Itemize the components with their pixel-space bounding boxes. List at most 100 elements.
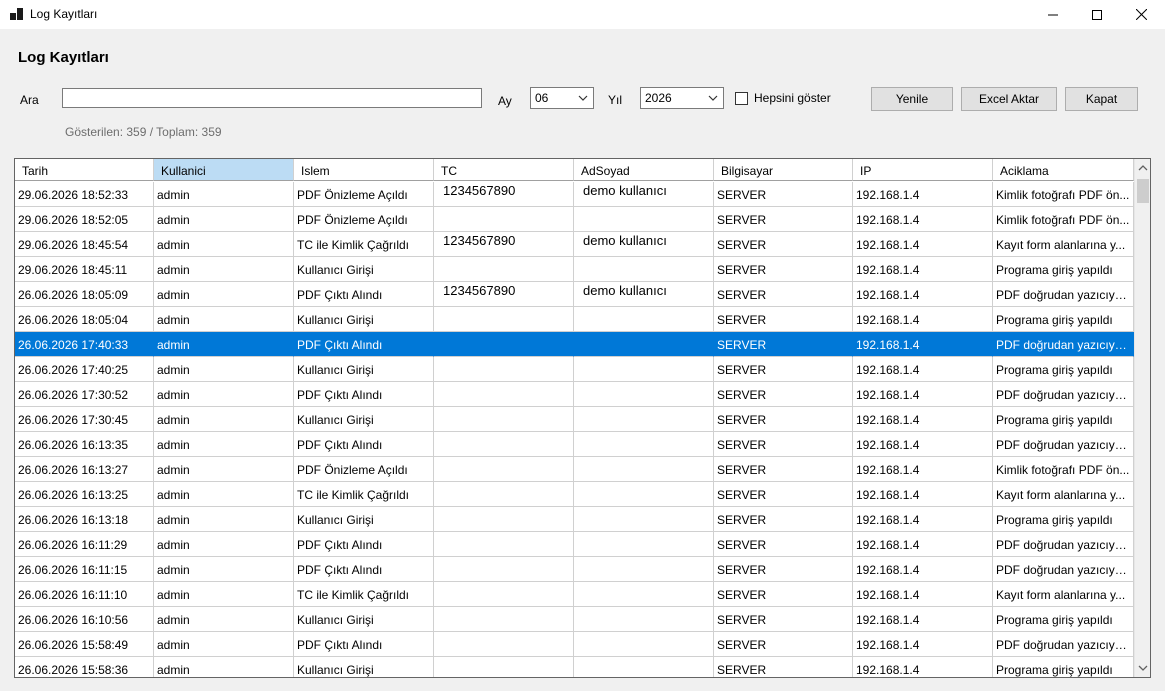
cell-bilgisayar[interactable]: SERVER — [714, 407, 853, 432]
cell-tc[interactable] — [434, 207, 574, 232]
cell-kullanici[interactable]: admin — [154, 232, 294, 257]
column-header-aciklama[interactable]: Aciklama — [993, 159, 1134, 181]
cell-islem[interactable]: PDF Çıktı Alındı — [294, 632, 434, 657]
cell-tarih[interactable]: 26.06.2026 16:11:15 — [15, 557, 154, 582]
column-header-islem[interactable]: Islem — [294, 159, 434, 181]
excel-export-button[interactable]: Excel Aktar — [961, 87, 1057, 111]
cell-tc[interactable] — [434, 582, 574, 607]
cell-islem[interactable]: TC ile Kimlik Çağrıldı — [294, 232, 434, 257]
cell-aciklama[interactable]: Programa giriş yapıldı — [993, 307, 1134, 332]
table-row[interactable]: 26.06.2026 16:13:25 admin TC ile Kimlik Ça… — [15, 482, 1134, 507]
cell-kullanici[interactable]: admin — [154, 582, 294, 607]
cell-adsoyad[interactable] — [574, 207, 714, 232]
cell-kullanici[interactable]: admin — [154, 282, 294, 307]
cell-kullanici[interactable]: admin — [154, 357, 294, 382]
show-all-checkbox[interactable] — [735, 92, 748, 105]
cell-islem[interactable]: PDF Çıktı Alındı — [294, 532, 434, 557]
cell-ip[interactable]: 192.168.1.4 — [853, 457, 993, 482]
cell-tarih[interactable]: 26.06.2026 18:05:09 — [15, 282, 154, 307]
cell-aciklama[interactable]: Kayıt form alanlarına y... — [993, 482, 1134, 507]
cell-bilgisayar[interactable]: SERVER — [714, 232, 853, 257]
cell-islem[interactable]: Kullanıcı Girişi — [294, 507, 434, 532]
scroll-up-icon[interactable] — [1138, 163, 1148, 173]
cell-kullanici[interactable]: admin — [154, 257, 294, 282]
cell-tarih[interactable]: 26.06.2026 16:10:56 — [15, 607, 154, 632]
cell-kullanici[interactable]: admin — [154, 382, 294, 407]
cell-bilgisayar[interactable]: SERVER — [714, 532, 853, 557]
cell-tc[interactable]: 1234567890 — [434, 282, 574, 307]
cell-adsoyad[interactable] — [574, 257, 714, 282]
cell-adsoyad[interactable] — [574, 357, 714, 382]
cell-aciklama[interactable]: Kimlik fotoğrafı PDF ön... — [993, 207, 1134, 232]
cell-tc[interactable] — [434, 482, 574, 507]
cell-ip[interactable]: 192.168.1.4 — [853, 407, 993, 432]
cell-islem[interactable]: TC ile Kimlik Çağrıldı — [294, 482, 434, 507]
scroll-down-icon[interactable] — [1138, 663, 1148, 673]
cell-ip[interactable]: 192.168.1.4 — [853, 357, 993, 382]
cell-bilgisayar[interactable]: SERVER — [714, 257, 853, 282]
cell-kullanici[interactable]: admin — [154, 482, 294, 507]
cell-tc[interactable] — [434, 357, 574, 382]
cell-kullanici[interactable]: admin — [154, 307, 294, 332]
cell-kullanici[interactable]: admin — [154, 607, 294, 632]
cell-tarih[interactable]: 26.06.2026 16:11:10 — [15, 582, 154, 607]
cell-islem[interactable]: PDF Çıktı Alındı — [294, 332, 434, 357]
log-grid[interactable]: Tarih Kullanici Islem TC AdSoyad Bilgisayar IP… — [14, 158, 1151, 678]
cell-tc[interactable] — [434, 632, 574, 657]
cell-islem[interactable]: PDF Önizleme Açıldı — [294, 182, 434, 207]
cell-aciklama[interactable]: Programa giriş yapıldı — [993, 257, 1134, 282]
cell-ip[interactable]: 192.168.1.4 — [853, 332, 993, 357]
cell-tc[interactable] — [434, 557, 574, 582]
cell-aciklama[interactable]: PDF doğrudan yazıcıya ... — [993, 632, 1134, 657]
cell-kullanici[interactable]: admin — [154, 557, 294, 582]
cell-aciklama[interactable]: Kimlik fotoğrafı PDF ön... — [993, 457, 1134, 482]
cell-islem[interactable]: PDF Çıktı Alındı — [294, 432, 434, 457]
cell-aciklama[interactable]: Programa giriş yapıldı — [993, 607, 1134, 632]
cell-bilgisayar[interactable]: SERVER — [714, 282, 853, 307]
cell-kullanici[interactable]: admin — [154, 507, 294, 532]
cell-tarih[interactable]: 29.06.2026 18:45:54 — [15, 232, 154, 257]
cell-aciklama[interactable]: PDF doğrudan yazıcıya ... — [993, 557, 1134, 582]
table-row[interactable]: 29.06.2026 18:45:54 admin TC ile Kimlik Ça… — [15, 232, 1134, 257]
table-row[interactable]: 26.06.2026 16:13:18 admin Kullanıcı Girişi… — [15, 507, 1134, 532]
cell-islem[interactable]: Kullanıcı Girişi — [294, 257, 434, 282]
show-all-label[interactable]: Hepsini göster — [754, 91, 831, 105]
cell-aciklama[interactable]: Kayıt form alanlarına y... — [993, 232, 1134, 257]
cell-islem[interactable]: PDF Önizleme Açıldı — [294, 457, 434, 482]
table-row[interactable]: 26.06.2026 16:13:35 admin PDF Çıktı Alındı… — [15, 432, 1134, 457]
table-row[interactable]: 26.06.2026 16:11:29 admin PDF Çıktı Alındı… — [15, 532, 1134, 557]
cell-kullanici[interactable]: admin — [154, 457, 294, 482]
cell-kullanici[interactable]: admin — [154, 432, 294, 457]
cell-tc[interactable] — [434, 407, 574, 432]
table-row[interactable]: 26.06.2026 17:40:25 admin Kullanıcı Girişi… — [15, 357, 1134, 382]
cell-ip[interactable]: 192.168.1.4 — [853, 382, 993, 407]
cell-kullanici[interactable]: admin — [154, 657, 294, 677]
cell-tc[interactable] — [434, 607, 574, 632]
cell-islem[interactable]: Kullanıcı Girişi — [294, 657, 434, 677]
cell-tarih[interactable]: 26.06.2026 17:40:33 — [15, 332, 154, 357]
cell-bilgisayar[interactable]: SERVER — [714, 307, 853, 332]
cell-tc[interactable] — [434, 257, 574, 282]
cell-adsoyad[interactable] — [574, 332, 714, 357]
table-row[interactable]: 29.06.2026 18:52:33 admin PDF Önizleme Açı… — [15, 182, 1134, 207]
column-header-tarih[interactable]: Tarih — [15, 159, 154, 181]
column-header-ip[interactable]: IP — [853, 159, 993, 181]
table-row[interactable]: 26.06.2026 17:40:33 admin PDF Çıktı Alındı… — [15, 332, 1134, 357]
cell-adsoyad[interactable]: demo kullanıcı — [574, 182, 714, 207]
table-row[interactable]: 26.06.2026 17:30:45 admin Kullanıcı Girişi… — [15, 407, 1134, 432]
cell-ip[interactable]: 192.168.1.4 — [853, 232, 993, 257]
cell-bilgisayar[interactable]: SERVER — [714, 507, 853, 532]
search-input[interactable] — [62, 88, 482, 108]
cell-islem[interactable]: Kullanıcı Girişi — [294, 307, 434, 332]
table-row[interactable]: 29.06.2026 18:52:05 admin PDF Önizleme Açı… — [15, 207, 1134, 232]
cell-islem[interactable]: PDF Çıktı Alındı — [294, 557, 434, 582]
table-row[interactable]: 26.06.2026 17:30:52 admin PDF Çıktı Alındı… — [15, 382, 1134, 407]
cell-ip[interactable]: 192.168.1.4 — [853, 532, 993, 557]
cell-bilgisayar[interactable]: SERVER — [714, 332, 853, 357]
cell-tc[interactable] — [434, 307, 574, 332]
cell-islem[interactable]: PDF Çıktı Alındı — [294, 382, 434, 407]
cell-kullanici[interactable]: admin — [154, 532, 294, 557]
cell-tc[interactable] — [434, 507, 574, 532]
cell-adsoyad[interactable] — [574, 432, 714, 457]
cell-tarih[interactable]: 26.06.2026 16:13:25 — [15, 482, 154, 507]
